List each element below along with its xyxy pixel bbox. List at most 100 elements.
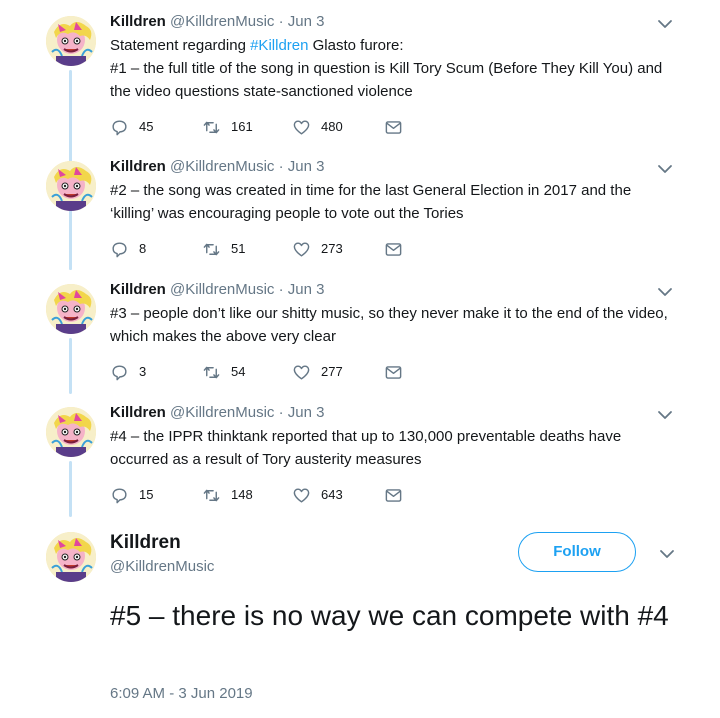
avatar-image <box>46 284 96 334</box>
like-count: 480 <box>321 119 343 134</box>
like-count: 277 <box>321 364 343 379</box>
reply-icon <box>112 487 127 503</box>
retweet-icon <box>203 243 220 255</box>
tweet-text: Statement regarding #Killdren Glasto fur… <box>110 34 670 103</box>
tweet-actions: 15 148 643 <box>110 484 530 506</box>
tweet[interactable]: Killdren @KilldrenMusic · Jun 3 #3 – peo… <box>0 280 720 390</box>
like-button[interactable]: 643 <box>292 484 343 506</box>
chevron-down-icon[interactable] <box>657 16 673 32</box>
author-handle[interactable]: @KilldrenMusic <box>170 404 274 421</box>
chevron-down-icon[interactable] <box>657 407 673 423</box>
reply-button[interactable]: 8 <box>110 238 146 260</box>
tweet-date[interactable]: Jun 3 <box>288 404 325 421</box>
like-button[interactable]: 277 <box>292 361 343 383</box>
avatar-image <box>46 16 96 66</box>
direct-message-button[interactable] <box>384 116 413 138</box>
separator-dot: · <box>278 13 284 30</box>
like-count: 643 <box>321 487 343 502</box>
reply-button[interactable]: 15 <box>110 484 153 506</box>
tweet-date[interactable]: Jun 3 <box>288 158 325 175</box>
retweet-icon <box>203 366 220 378</box>
tweet-thread: Killdren @KilldrenMusic · Jun 3 Statemen… <box>0 0 720 718</box>
author-handle[interactable]: @KilldrenMusic <box>170 281 274 298</box>
reply-count: 3 <box>139 364 147 379</box>
tweet-text-rest: Glasto furore: <box>308 37 404 54</box>
separator-dot: · <box>278 158 284 175</box>
avatar-image <box>46 161 96 211</box>
tweet-text: #2 – the song was created in time for th… <box>110 182 632 222</box>
tweet-text-lead: Statement regarding <box>110 37 251 54</box>
separator-dot: · <box>278 404 284 421</box>
chevron-down-icon[interactable] <box>657 161 673 177</box>
retweet-icon <box>203 489 220 501</box>
avatar[interactable] <box>46 284 96 334</box>
reply-count: 45 <box>139 119 154 134</box>
author-name[interactable]: Killdren <box>110 531 181 555</box>
avatar-image <box>46 407 96 457</box>
direct-message-icon <box>385 120 402 134</box>
tweet-header: Killdren @KilldrenMusic · Jun 3 <box>110 403 324 423</box>
separator-dot: · <box>278 281 284 298</box>
tweet[interactable]: Killdren @KilldrenMusic · Jun 3 #2 – the… <box>0 157 720 267</box>
tweet-date[interactable]: Jun 3 <box>288 281 325 298</box>
avatar[interactable] <box>46 161 96 211</box>
reply-button[interactable]: 3 <box>110 361 146 383</box>
like-button[interactable]: 273 <box>292 238 343 260</box>
like-count: 273 <box>321 241 343 256</box>
tweet[interactable]: Killdren @KilldrenMusic · Jun 3 Statemen… <box>0 12 720 142</box>
tweet-actions: 45 161 480 <box>110 116 530 138</box>
tweet-actions: 3 54 277 <box>110 361 530 383</box>
retweet-count: 51 <box>231 241 246 256</box>
tweet-text: #5 – there is no way we can compete with… <box>110 600 669 631</box>
tweet-text: #3 – people don’t like our shitty music,… <box>110 305 668 345</box>
tweet-timestamp[interactable]: 6:09 AM - 3 Jun 2019 <box>110 684 253 704</box>
author-handle[interactable]: @KilldrenMusic <box>170 158 274 175</box>
tweet[interactable]: Killdren @KilldrenMusic · Jun 3 #4 – the… <box>0 403 720 513</box>
avatar-image <box>46 532 96 582</box>
like-icon <box>293 119 310 135</box>
retweet-button[interactable]: 148 <box>202 484 253 506</box>
tweet-header: Killdren @KilldrenMusic · Jun 3 <box>110 12 324 32</box>
direct-message-button[interactable] <box>384 238 413 260</box>
tweet-text-body: #1 – the full title of the song in quest… <box>110 60 663 100</box>
avatar[interactable] <box>46 532 96 582</box>
reply-button[interactable]: 45 <box>110 116 153 138</box>
tweet-actions: 8 51 273 <box>110 238 530 260</box>
retweet-count: 161 <box>231 119 253 134</box>
author-name[interactable]: Killdren <box>110 281 166 298</box>
retweet-count: 148 <box>231 487 253 502</box>
author-name[interactable]: Killdren <box>110 404 166 421</box>
chevron-down-icon[interactable] <box>657 284 673 300</box>
like-icon <box>293 364 310 380</box>
like-button[interactable]: 480 <box>292 116 343 138</box>
retweet-icon <box>203 121 220 133</box>
author-name[interactable]: Killdren <box>110 13 166 30</box>
author-name[interactable]: Killdren <box>110 158 166 175</box>
reply-count: 8 <box>139 241 147 256</box>
retweet-button[interactable]: 54 <box>202 361 245 383</box>
retweet-count: 54 <box>231 364 246 379</box>
tweet-text: #4 – the IPPR thinktank reported that up… <box>110 428 622 468</box>
direct-message-icon <box>385 488 402 502</box>
chevron-down-icon[interactable] <box>659 546 675 562</box>
direct-message-icon <box>385 365 402 379</box>
avatar[interactable] <box>46 16 96 66</box>
reply-icon <box>112 119 127 135</box>
direct-message-button[interactable] <box>384 484 413 506</box>
reply-icon <box>112 241 127 257</box>
author-handle[interactable]: @KilldrenMusic <box>110 557 214 577</box>
retweet-button[interactable]: 51 <box>202 238 245 260</box>
like-icon <box>293 241 310 257</box>
hashtag-link[interactable]: #Killdren <box>250 37 308 54</box>
tweet-header: Killdren @KilldrenMusic · Jun 3 <box>110 280 324 300</box>
reply-icon <box>112 364 127 380</box>
tweet-header: Killdren @KilldrenMusic · Jun 3 <box>110 157 324 177</box>
tweet-text-line: Statement regarding #Killdren Glasto fur… <box>110 34 670 57</box>
follow-button[interactable]: Follow <box>518 532 636 572</box>
direct-message-button[interactable] <box>384 361 413 383</box>
direct-message-icon <box>385 242 402 256</box>
avatar[interactable] <box>46 407 96 457</box>
author-handle[interactable]: @KilldrenMusic <box>170 13 274 30</box>
retweet-button[interactable]: 161 <box>202 116 253 138</box>
tweet-date[interactable]: Jun 3 <box>288 13 325 30</box>
